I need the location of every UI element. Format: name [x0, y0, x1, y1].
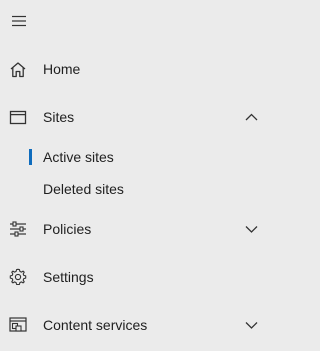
nav-subitem-deleted-sites[interactable]: Deleted sites: [0, 173, 273, 205]
chevron-down-icon: [244, 319, 258, 331]
chevron-up-icon: [244, 111, 258, 123]
nav-item-home[interactable]: Home: [0, 53, 273, 85]
sliders-icon: [8, 220, 28, 238]
gear-icon: [8, 268, 28, 286]
hamburger-menu-button[interactable]: [6, 8, 32, 34]
nav-item-label: Home: [43, 61, 81, 77]
nav-item-sites[interactable]: Sites: [0, 101, 273, 133]
nav-subitem-label: Deleted sites: [43, 181, 124, 197]
nav-item-label: Policies: [43, 221, 92, 237]
hamburger-icon: [10, 15, 28, 27]
left-navigation: Home Sites Active sites Deleted sites Po…: [0, 0, 273, 351]
nav-item-settings[interactable]: Settings: [0, 261, 273, 293]
selected-indicator: [29, 149, 32, 165]
sites-icon: [8, 108, 28, 126]
nav-item-content-services[interactable]: Content services: [0, 309, 273, 341]
nav-item-label: Settings: [43, 269, 94, 285]
home-icon: [8, 60, 28, 78]
nav-item-label: Content services: [43, 317, 148, 333]
nav-subitem-label: Active sites: [43, 149, 114, 165]
nav-subitem-active-sites[interactable]: Active sites: [0, 141, 273, 173]
nav-item-policies[interactable]: Policies: [0, 213, 273, 245]
nav-item-label: Sites: [43, 109, 75, 125]
chevron-down-icon: [244, 223, 258, 235]
content-services-icon: [8, 316, 28, 334]
